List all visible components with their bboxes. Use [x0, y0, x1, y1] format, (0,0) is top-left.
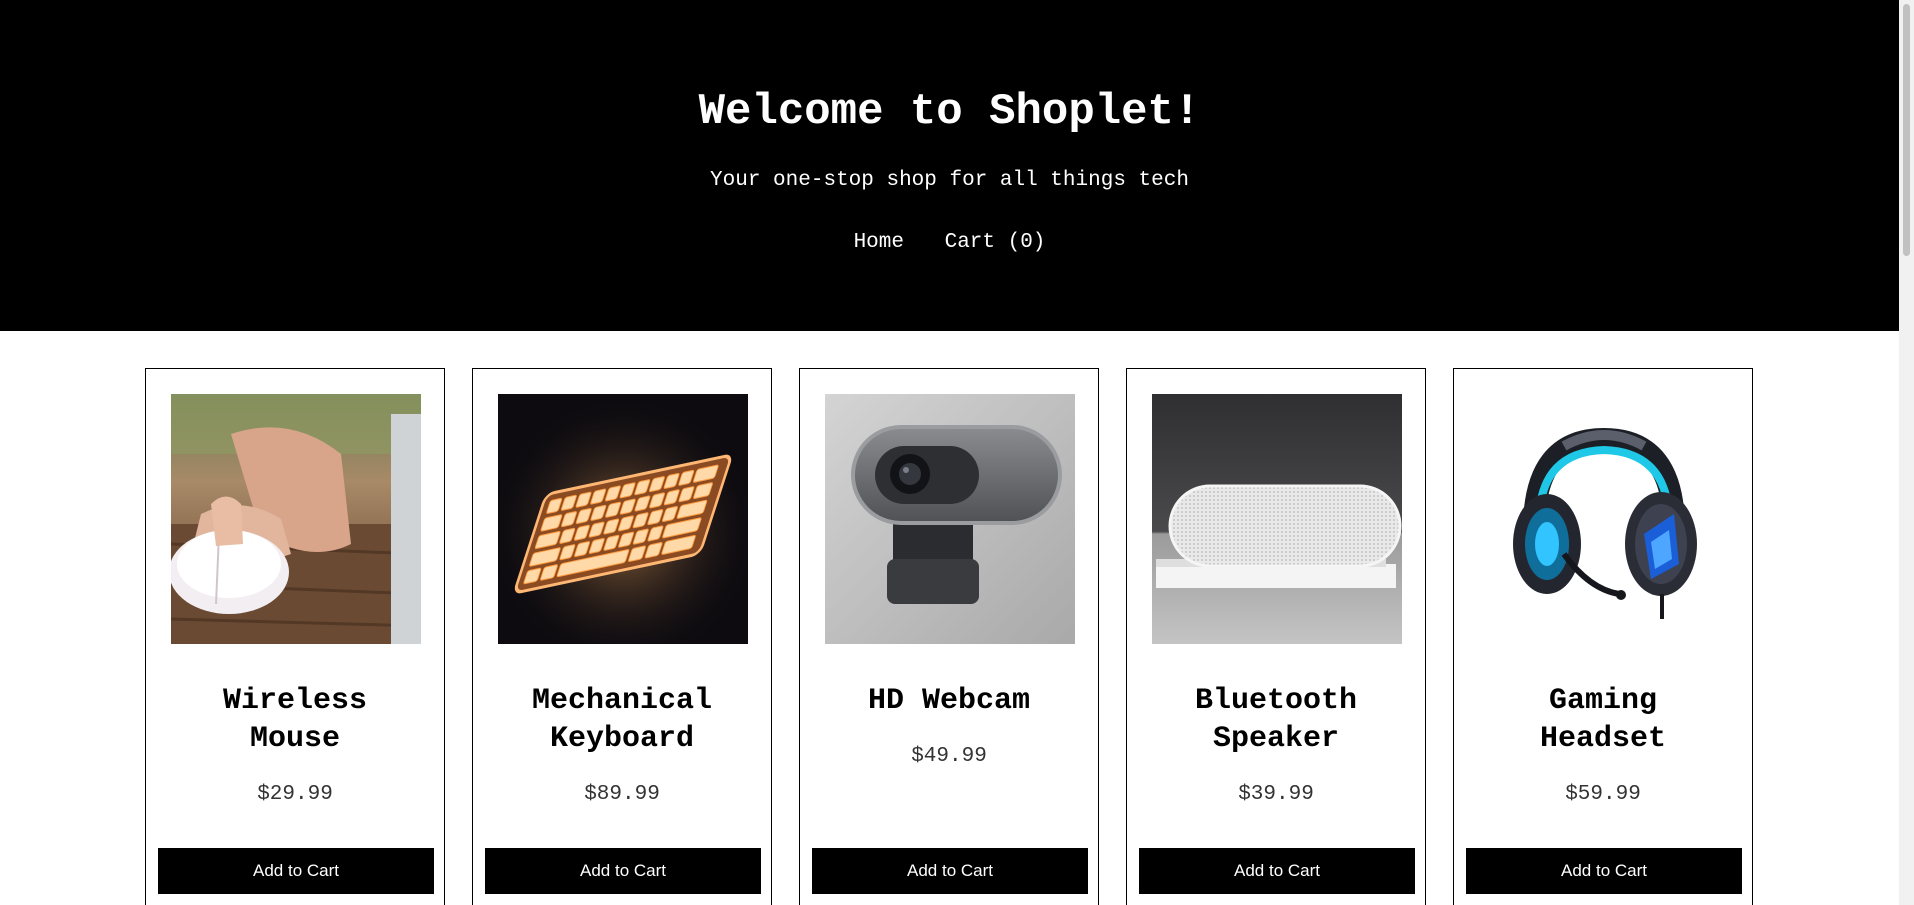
- product-grid: Wireless Mouse $29.99 Add to Cart Mechan…: [0, 331, 1899, 905]
- product-card-gaming-headset: Gaming Headset $59.99 Add to Cart: [1453, 368, 1753, 905]
- product-name: Mechanical Keyboard: [473, 682, 771, 758]
- gaming-headset-photo: [1479, 394, 1729, 644]
- product-name-line1: Gaming: [1548, 684, 1658, 718]
- scrollbar-thumb[interactable]: [1903, 4, 1910, 256]
- mechanical-keyboard-photo: [498, 394, 748, 644]
- product-price: $49.99: [911, 745, 987, 768]
- product-price: $89.99: [584, 783, 660, 806]
- product-name-line1: Bluetooth: [1194, 684, 1358, 718]
- product-card-hd-webcam: HD Webcam $49.99 Add to Cart: [799, 368, 1099, 905]
- wireless-mouse-photo: [171, 394, 421, 644]
- product-name-line2: Mouse: [249, 722, 340, 756]
- add-to-cart-button[interactable]: Add to Cart: [1466, 848, 1742, 894]
- product-name-line1: Mechanical: [531, 684, 713, 718]
- site-tagline: Your one-stop shop for all things tech: [710, 169, 1189, 192]
- site-header: Welcome to Shoplet! Your one-stop shop f…: [0, 0, 1899, 331]
- product-name: Wireless Mouse: [146, 682, 444, 758]
- add-to-cart-button[interactable]: Add to Cart: [485, 848, 761, 894]
- product-price: $39.99: [1238, 783, 1314, 806]
- product-card-wireless-mouse: Wireless Mouse $29.99 Add to Cart: [145, 368, 445, 905]
- bluetooth-speaker-photo: [1152, 394, 1402, 644]
- product-price: $29.99: [257, 783, 333, 806]
- product-name-line1: HD Webcam: [867, 684, 1031, 718]
- page-scrollbar[interactable]: [1899, 0, 1914, 905]
- site-title: Welcome to Shoplet!: [698, 87, 1201, 137]
- add-to-cart-button[interactable]: Add to Cart: [812, 848, 1088, 894]
- product-name-line2: Speaker: [1212, 722, 1340, 756]
- main-nav: Home Cart (0): [0, 230, 1899, 256]
- nav-home-link[interactable]: Home: [854, 231, 904, 254]
- product-name-line2: Keyboard: [549, 722, 695, 756]
- product-name: Gaming Headset: [1454, 682, 1752, 758]
- product-card-bluetooth-speaker: Bluetooth Speaker $39.99 Add to Cart: [1126, 368, 1426, 905]
- add-to-cart-button[interactable]: Add to Cart: [1139, 848, 1415, 894]
- add-to-cart-button[interactable]: Add to Cart: [158, 848, 434, 894]
- nav-cart-link[interactable]: Cart (0): [945, 231, 1046, 254]
- product-name: HD Webcam: [800, 682, 1098, 720]
- product-name: Bluetooth Speaker: [1127, 682, 1425, 758]
- product-name-line2: Headset: [1539, 722, 1667, 756]
- product-name-line1: Wireless: [222, 684, 368, 718]
- product-card-mechanical-keyboard: Mechanical Keyboard $89.99 Add to Cart: [472, 368, 772, 905]
- hd-webcam-photo: [825, 394, 1075, 644]
- product-price: $59.99: [1565, 783, 1641, 806]
